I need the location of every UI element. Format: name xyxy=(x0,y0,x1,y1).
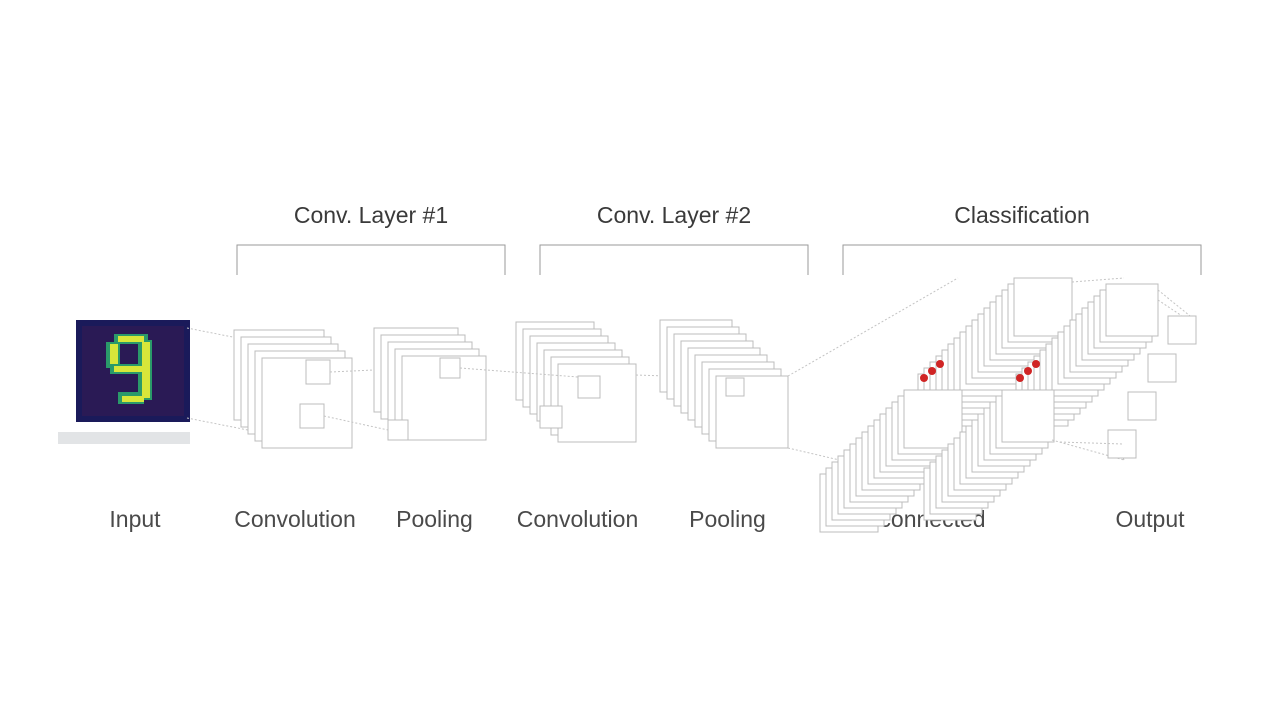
pool-stack-1 xyxy=(374,328,486,440)
pool-stack-2 xyxy=(660,320,788,448)
bracket-classification xyxy=(843,245,1201,275)
diagram-svg: .st { fill:#ffffff; stroke:#bcbcbc; stro… xyxy=(0,0,1280,720)
bracket-conv2 xyxy=(540,245,808,275)
input-tile xyxy=(58,323,190,444)
conv-stack-1 xyxy=(234,330,352,448)
conv-stack-2 xyxy=(516,322,636,442)
bracket-conv1 xyxy=(237,245,505,275)
